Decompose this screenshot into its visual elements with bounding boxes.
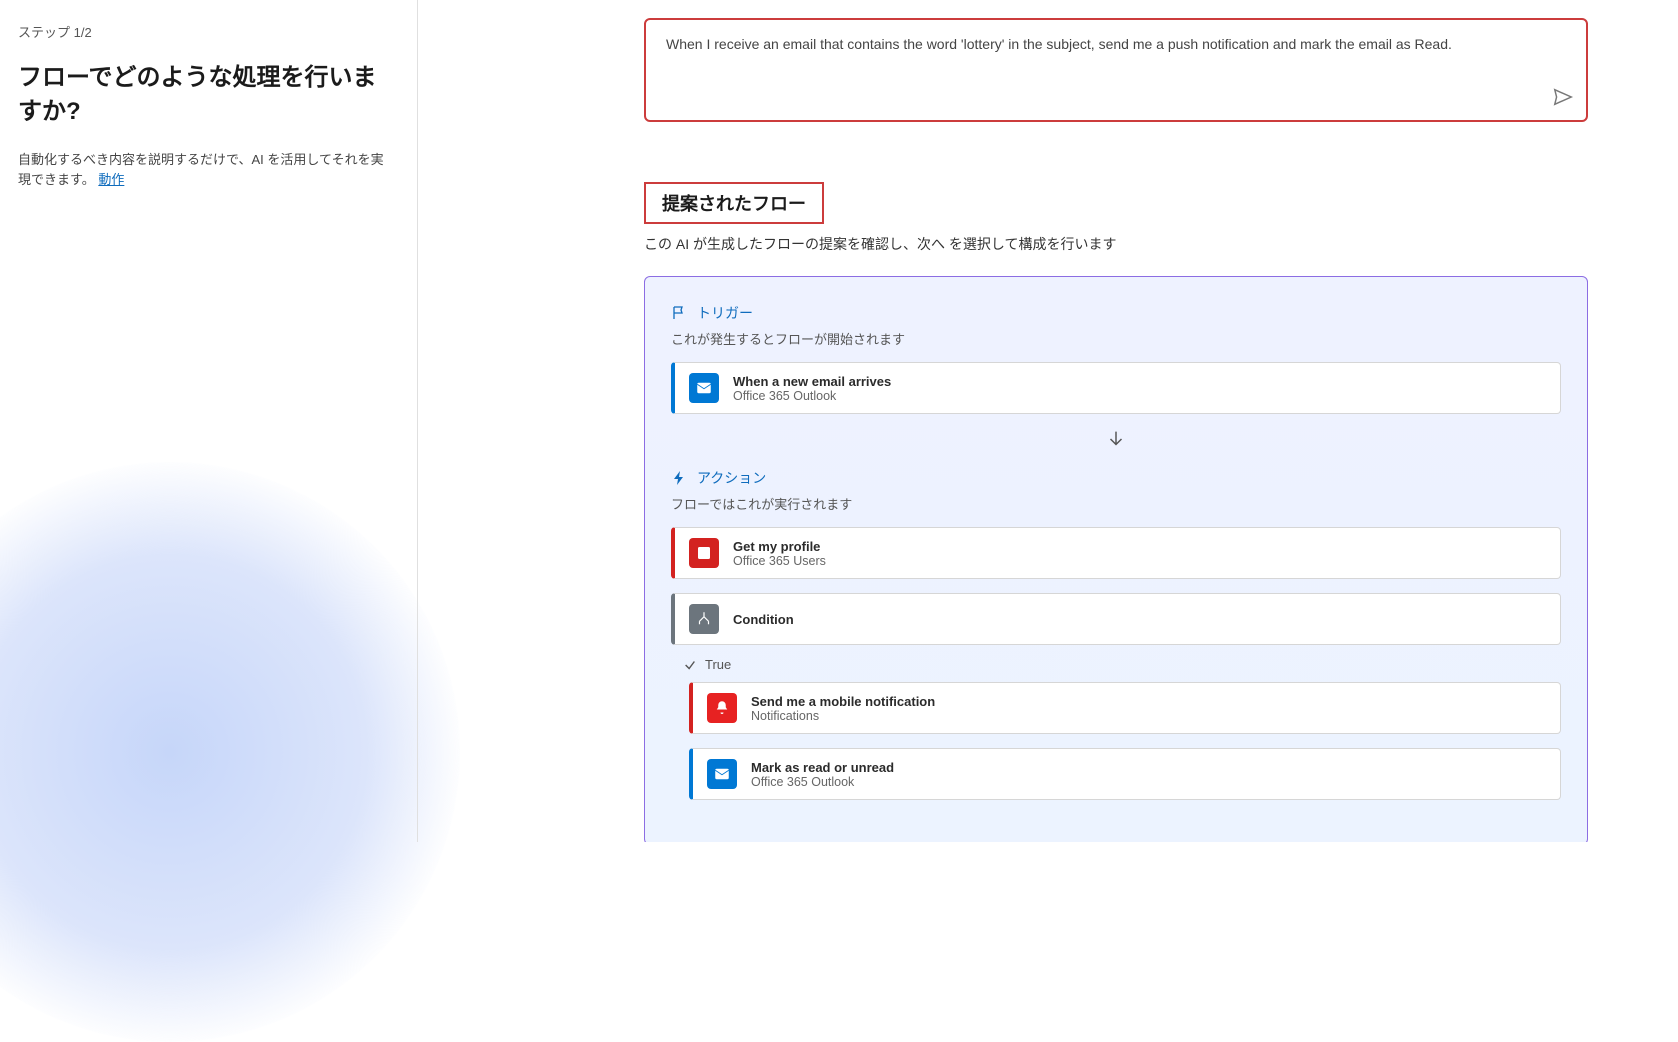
- action-desc: フローではこれが実行されます: [671, 494, 1561, 513]
- description-text: 自動化するべき内容を説明するだけで、AI を活用してそれを実現できます。: [18, 152, 384, 187]
- prompt-input[interactable]: When I receive an email that contains th…: [644, 18, 1588, 122]
- left-panel: ステップ 1/2 フローでどのような処理を行いますか? 自動化するべき内容を説明…: [0, 0, 418, 842]
- nested-card-title-2: Mark as read or unread: [751, 760, 894, 775]
- trigger-desc: これが発生するとフローが開始されます: [671, 329, 1561, 348]
- nested-card-sub: Notifications: [751, 709, 935, 723]
- send-icon[interactable]: [1552, 86, 1574, 108]
- nested-card-title: Send me a mobile notification: [751, 694, 935, 709]
- trigger-group-header: トリガー: [671, 303, 1561, 323]
- nested-card-notify[interactable]: Send me a mobile notification Notificati…: [689, 682, 1561, 734]
- nested-branch: Send me a mobile notification Notificati…: [689, 682, 1561, 800]
- office-users-icon: [689, 538, 719, 568]
- step-label: ステップ 1/2: [18, 22, 387, 41]
- arrow-down-icon: [671, 428, 1561, 450]
- branch-true: True: [683, 657, 1561, 672]
- action-group-header: アクション: [671, 468, 1561, 488]
- condition-icon: [689, 604, 719, 634]
- page-description: 自動化するべき内容を説明するだけで、AI を活用してそれを実現できます。 動作: [18, 150, 387, 190]
- trigger-label: トリガー: [697, 303, 753, 323]
- nested-card-markread[interactable]: Mark as read or unread Office 365 Outloo…: [689, 748, 1561, 800]
- prompt-text: When I receive an email that contains th…: [666, 36, 1452, 52]
- suggested-header: 提案されたフロー: [644, 182, 824, 224]
- behavior-link[interactable]: 動作: [98, 172, 124, 187]
- flow-container: トリガー これが発生するとフローが開始されます When a new email…: [644, 276, 1588, 842]
- flag-icon: [671, 305, 687, 321]
- bolt-icon: [671, 470, 687, 486]
- suggested-section: 提案されたフロー この AI が生成したフローの提案を確認し、次へ を選択して構…: [644, 182, 1588, 254]
- branch-true-label: True: [705, 657, 731, 672]
- outlook-icon: [707, 759, 737, 789]
- right-panel: When I receive an email that contains th…: [418, 0, 1678, 842]
- action-card-title: Get my profile: [733, 539, 826, 554]
- page-title: フローでどのような処理を行いますか?: [18, 61, 387, 128]
- nested-card-sub-2: Office 365 Outlook: [751, 775, 894, 789]
- action-card-condition[interactable]: Condition: [671, 593, 1561, 645]
- condition-card-title: Condition: [733, 612, 794, 627]
- check-icon: [683, 658, 697, 672]
- action-label: アクション: [697, 468, 766, 488]
- action-card-sub: Office 365 Users: [733, 554, 826, 568]
- outlook-icon: [689, 373, 719, 403]
- bell-icon: [707, 693, 737, 723]
- action-card-profile[interactable]: Get my profile Office 365 Users: [671, 527, 1561, 579]
- trigger-card-sub: Office 365 Outlook: [733, 389, 891, 403]
- suggested-subtitle: この AI が生成したフローの提案を確認し、次へ を選択して構成を行います: [644, 234, 1588, 254]
- trigger-card-title: When a new email arrives: [733, 374, 891, 389]
- trigger-card[interactable]: When a new email arrives Office 365 Outl…: [671, 362, 1561, 414]
